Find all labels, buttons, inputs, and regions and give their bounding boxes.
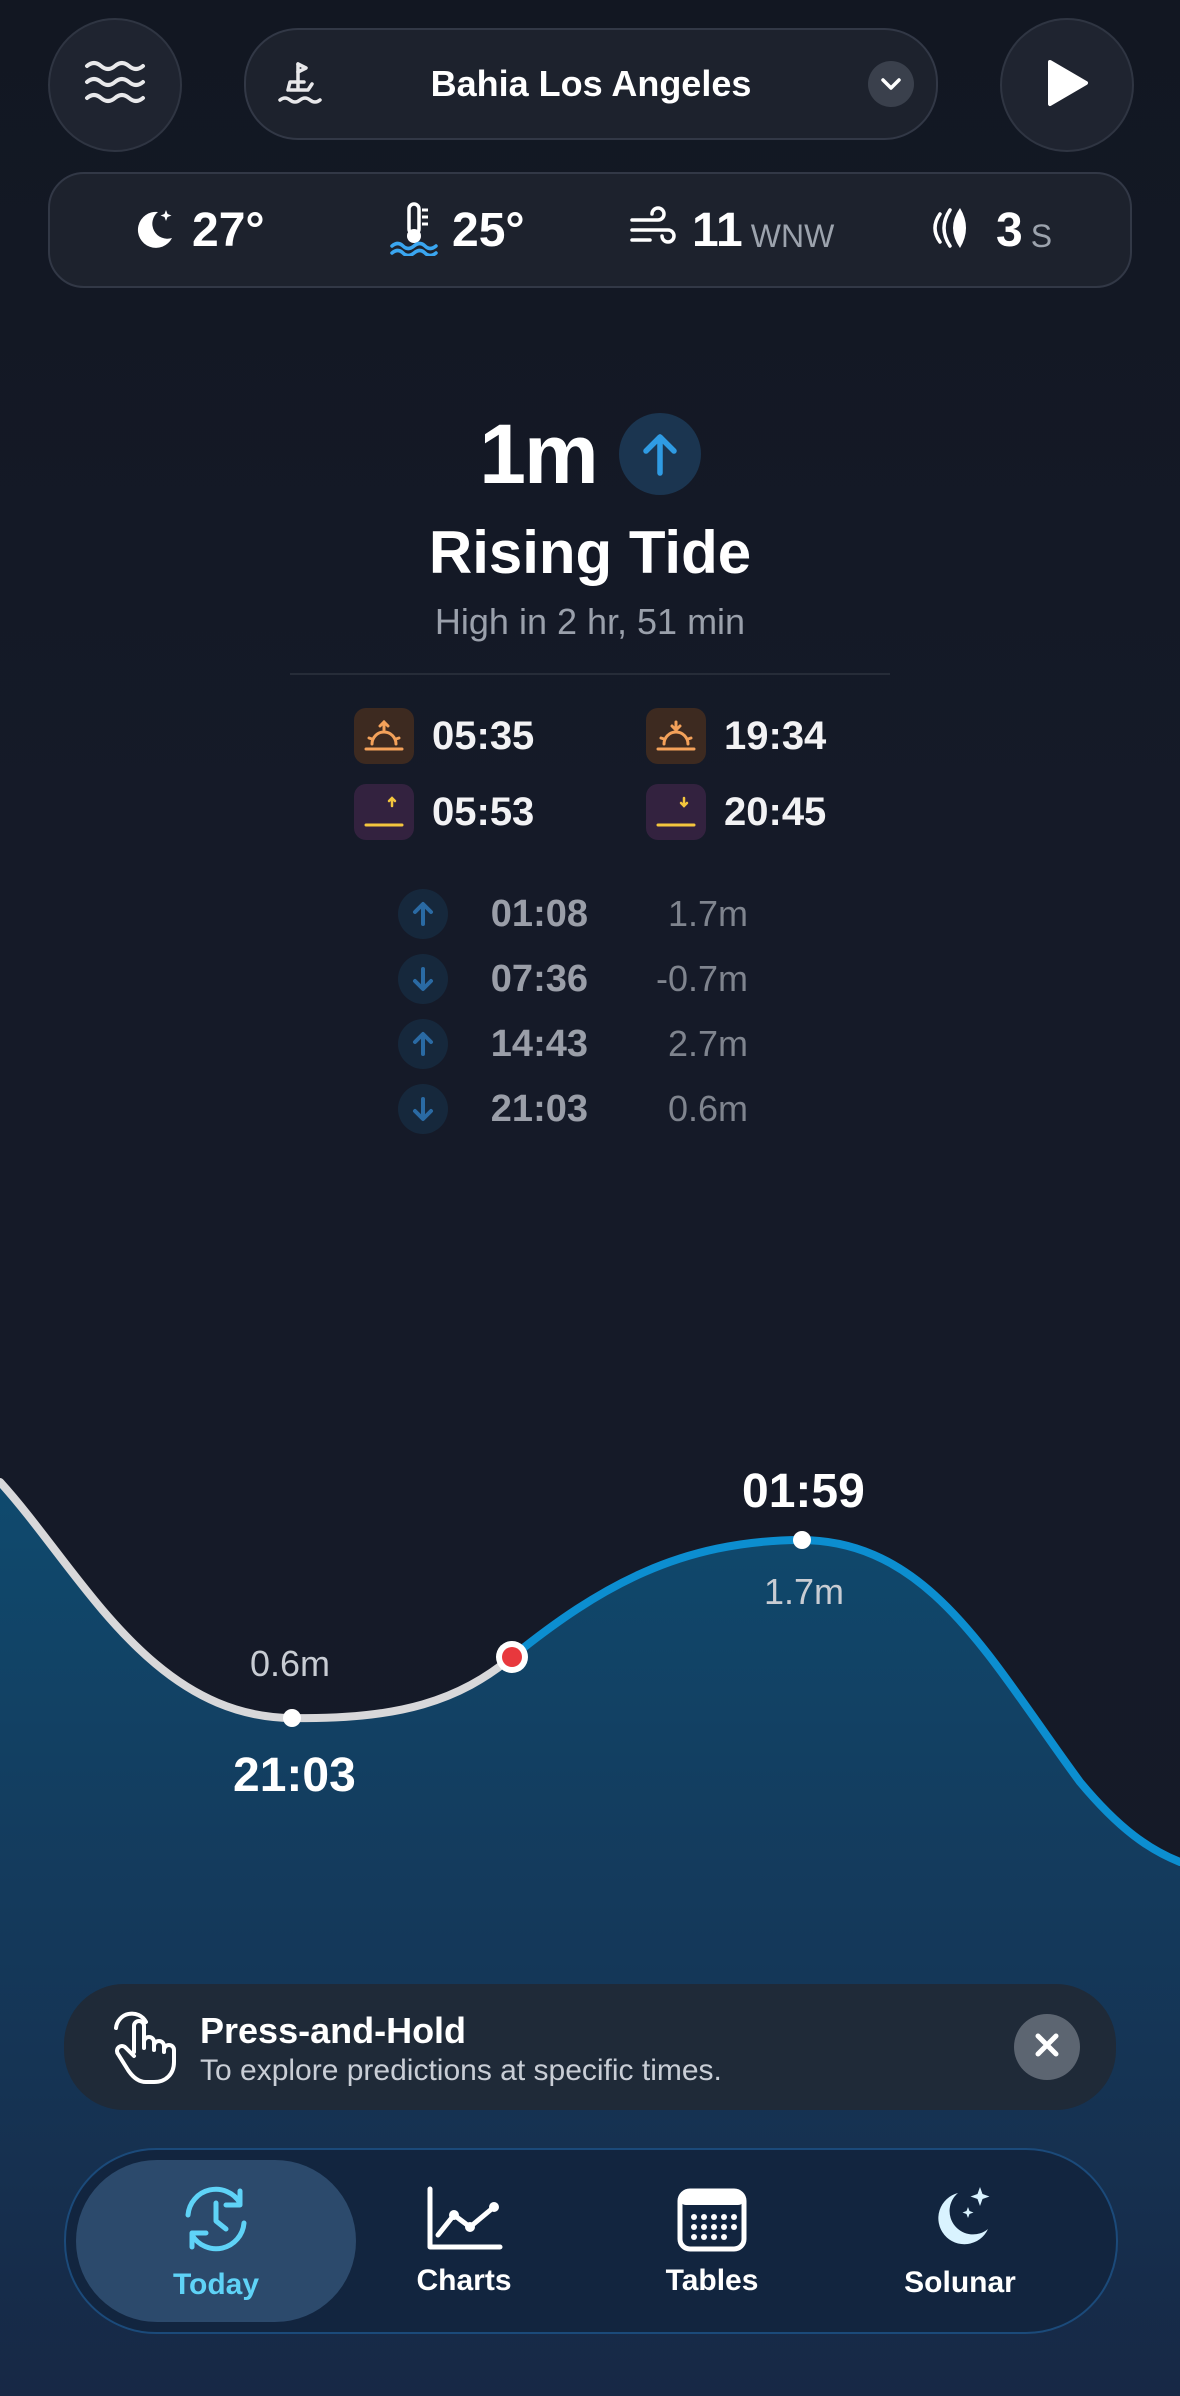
close-icon — [1033, 2031, 1061, 2064]
location-selector[interactable]: Bahia Los Angeles — [244, 28, 938, 140]
calendar-grid-icon — [676, 2185, 748, 2258]
arrow-down-icon — [398, 1084, 448, 1134]
arrow-up-icon — [398, 1019, 448, 1069]
air-temp: 27° — [130, 174, 265, 286]
close-hint-button[interactable] — [1014, 2014, 1080, 2080]
press-hold-hint: Press-and-Hold To explore predictions at… — [64, 1984, 1116, 2110]
low-tide-time-label: 21:03 — [233, 1749, 356, 1802]
high-tide-height-label: 1.7m — [764, 1571, 845, 1612]
low-tide-height-label: 0.6m — [250, 1643, 331, 1684]
chevron-down-icon[interactable] — [868, 61, 914, 107]
moon-stars-icon — [924, 2183, 996, 2260]
water-thermometer-icon — [390, 200, 438, 261]
tab-tables[interactable]: Tables — [572, 2160, 852, 2322]
tab-today[interactable]: Today — [76, 2160, 356, 2322]
tab-solunar[interactable]: Solunar — [820, 2160, 1100, 2322]
hint-title: Press-and-Hold — [200, 2010, 467, 2051]
sunrise: 05:35 — [354, 708, 534, 764]
moonset: 20:45 — [646, 784, 826, 840]
tab-charts[interactable]: Charts — [324, 2160, 604, 2322]
moonrise: 05:53 — [354, 784, 534, 840]
conditions-bar[interactable]: 27° 25° 11 WNW 3 S — [48, 172, 1132, 288]
location-name: Bahia Los Angeles — [430, 63, 752, 104]
tap-hand-icon — [108, 2008, 178, 2091]
high-tide-point[interactable] — [793, 1531, 811, 1549]
tab-bar: Today Charts Tables Solunar — [64, 2148, 1118, 2334]
arrow-down-icon — [398, 954, 448, 1004]
tide-menu-button[interactable] — [48, 18, 182, 152]
wind-icon — [628, 205, 678, 255]
line-chart-icon — [424, 2185, 504, 2258]
sunset-icon — [646, 708, 706, 764]
tide-event-row: 01:08 1.7m — [398, 887, 748, 941]
waves-icon — [83, 58, 147, 113]
low-tide-point[interactable] — [283, 1709, 301, 1727]
water-temp: 25° — [390, 174, 525, 286]
moonrise-icon — [354, 784, 414, 840]
wind: 11 WNW — [628, 174, 834, 286]
swell: 3 S — [930, 174, 1052, 286]
tide-state: Rising Tide — [428, 519, 752, 586]
swell-icon — [930, 204, 982, 257]
current-tide-height: 1m — [0, 404, 1180, 504]
arrow-up-icon — [618, 413, 701, 495]
moonset-icon — [646, 784, 706, 840]
sunrise-icon — [354, 708, 414, 764]
hint-subtitle: To explore predictions at specific times… — [200, 2054, 722, 2087]
moon-icon — [130, 204, 178, 257]
play-icon — [1044, 58, 1090, 113]
tide-events-list: 01:08 1.7m 07:36 -0.7m 14:43 2.7m 21:03 … — [398, 887, 748, 1136]
divider — [290, 673, 890, 675]
tide-event-row: 07:36 -0.7m — [398, 952, 748, 1006]
current-time-marker-dot — [502, 1647, 522, 1667]
clock-refresh-icon — [174, 2181, 258, 2262]
tide-event-row: 14:43 2.7m — [398, 1017, 748, 1071]
buoy-icon — [274, 56, 330, 117]
tide-event-row: 21:03 0.6m — [398, 1082, 748, 1136]
sunset: 19:34 — [646, 708, 826, 764]
arrow-up-icon — [398, 889, 448, 939]
play-button[interactable] — [1000, 18, 1134, 152]
high-tide-time-label: 01:59 — [742, 1465, 865, 1518]
next-tide-countdown: High in 2 hr, 51 min — [434, 601, 746, 642]
